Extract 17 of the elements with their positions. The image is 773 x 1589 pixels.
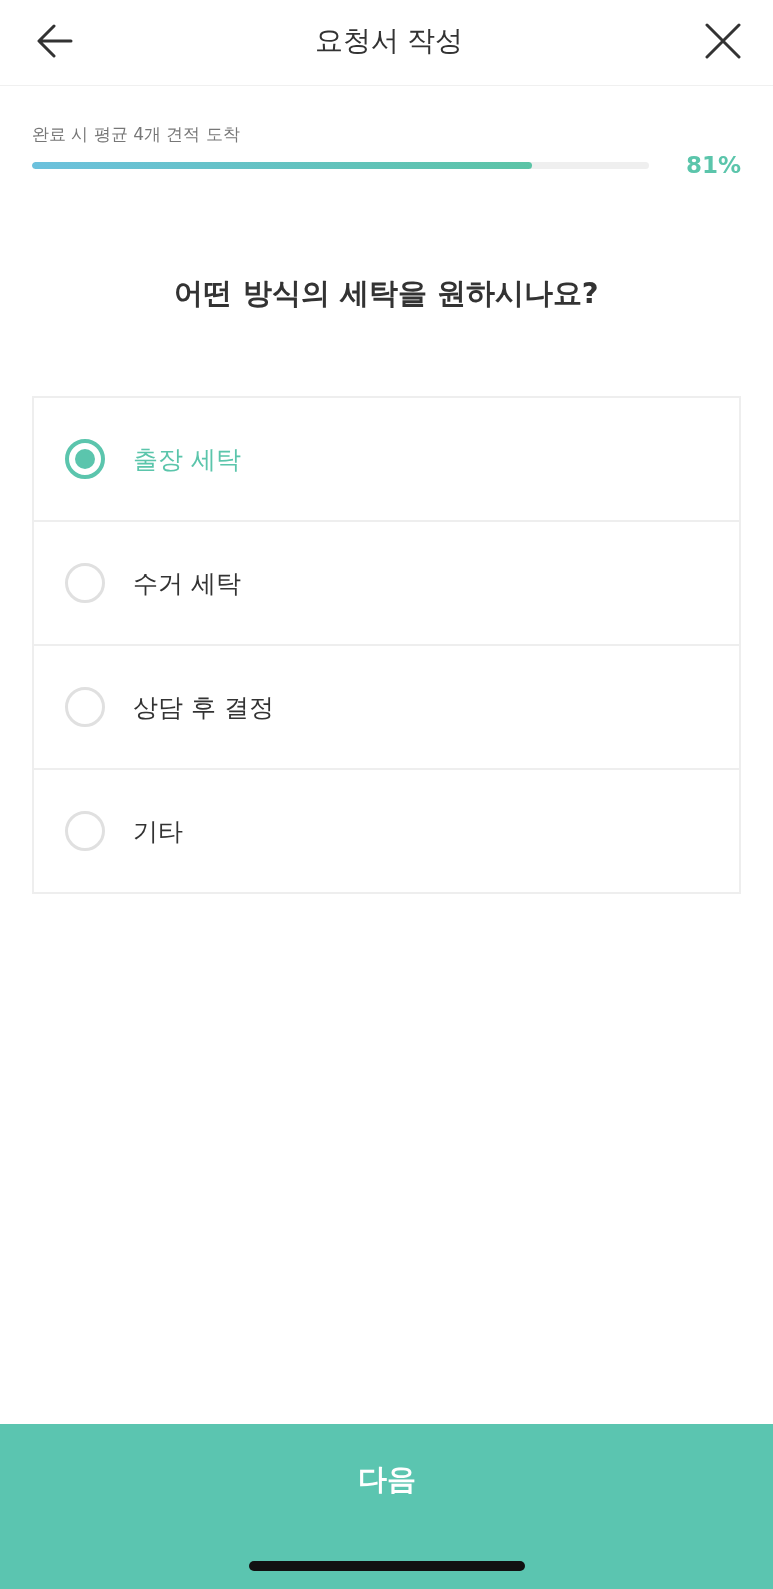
progress-caption: 완료 시 평균 4개 견적 도착 [32,123,241,146]
question-text: 어떤 방식의 세탁을 원하시나요? [173,275,600,312]
close-icon[interactable] [705,22,741,59]
option-row[interactable]: 상담 후 결정 [34,644,739,768]
radio-icon[interactable] [65,811,105,851]
option-label: 출장 세탁 [133,443,241,476]
radio-icon[interactable] [65,687,105,727]
option-label: 상담 후 결정 [133,691,274,724]
back-arrow-icon[interactable] [37,23,73,58]
option-row[interactable]: 수거 세탁 [34,520,739,644]
progress-percent: 81% [684,152,741,178]
radio-icon[interactable] [65,563,105,603]
option-label: 기타 [133,815,183,848]
page-title: 요청서 작성 [314,22,464,59]
option-row[interactable]: 기타 [34,768,739,892]
radio-icon[interactable] [65,439,105,479]
option-label: 수거 세탁 [133,567,241,600]
